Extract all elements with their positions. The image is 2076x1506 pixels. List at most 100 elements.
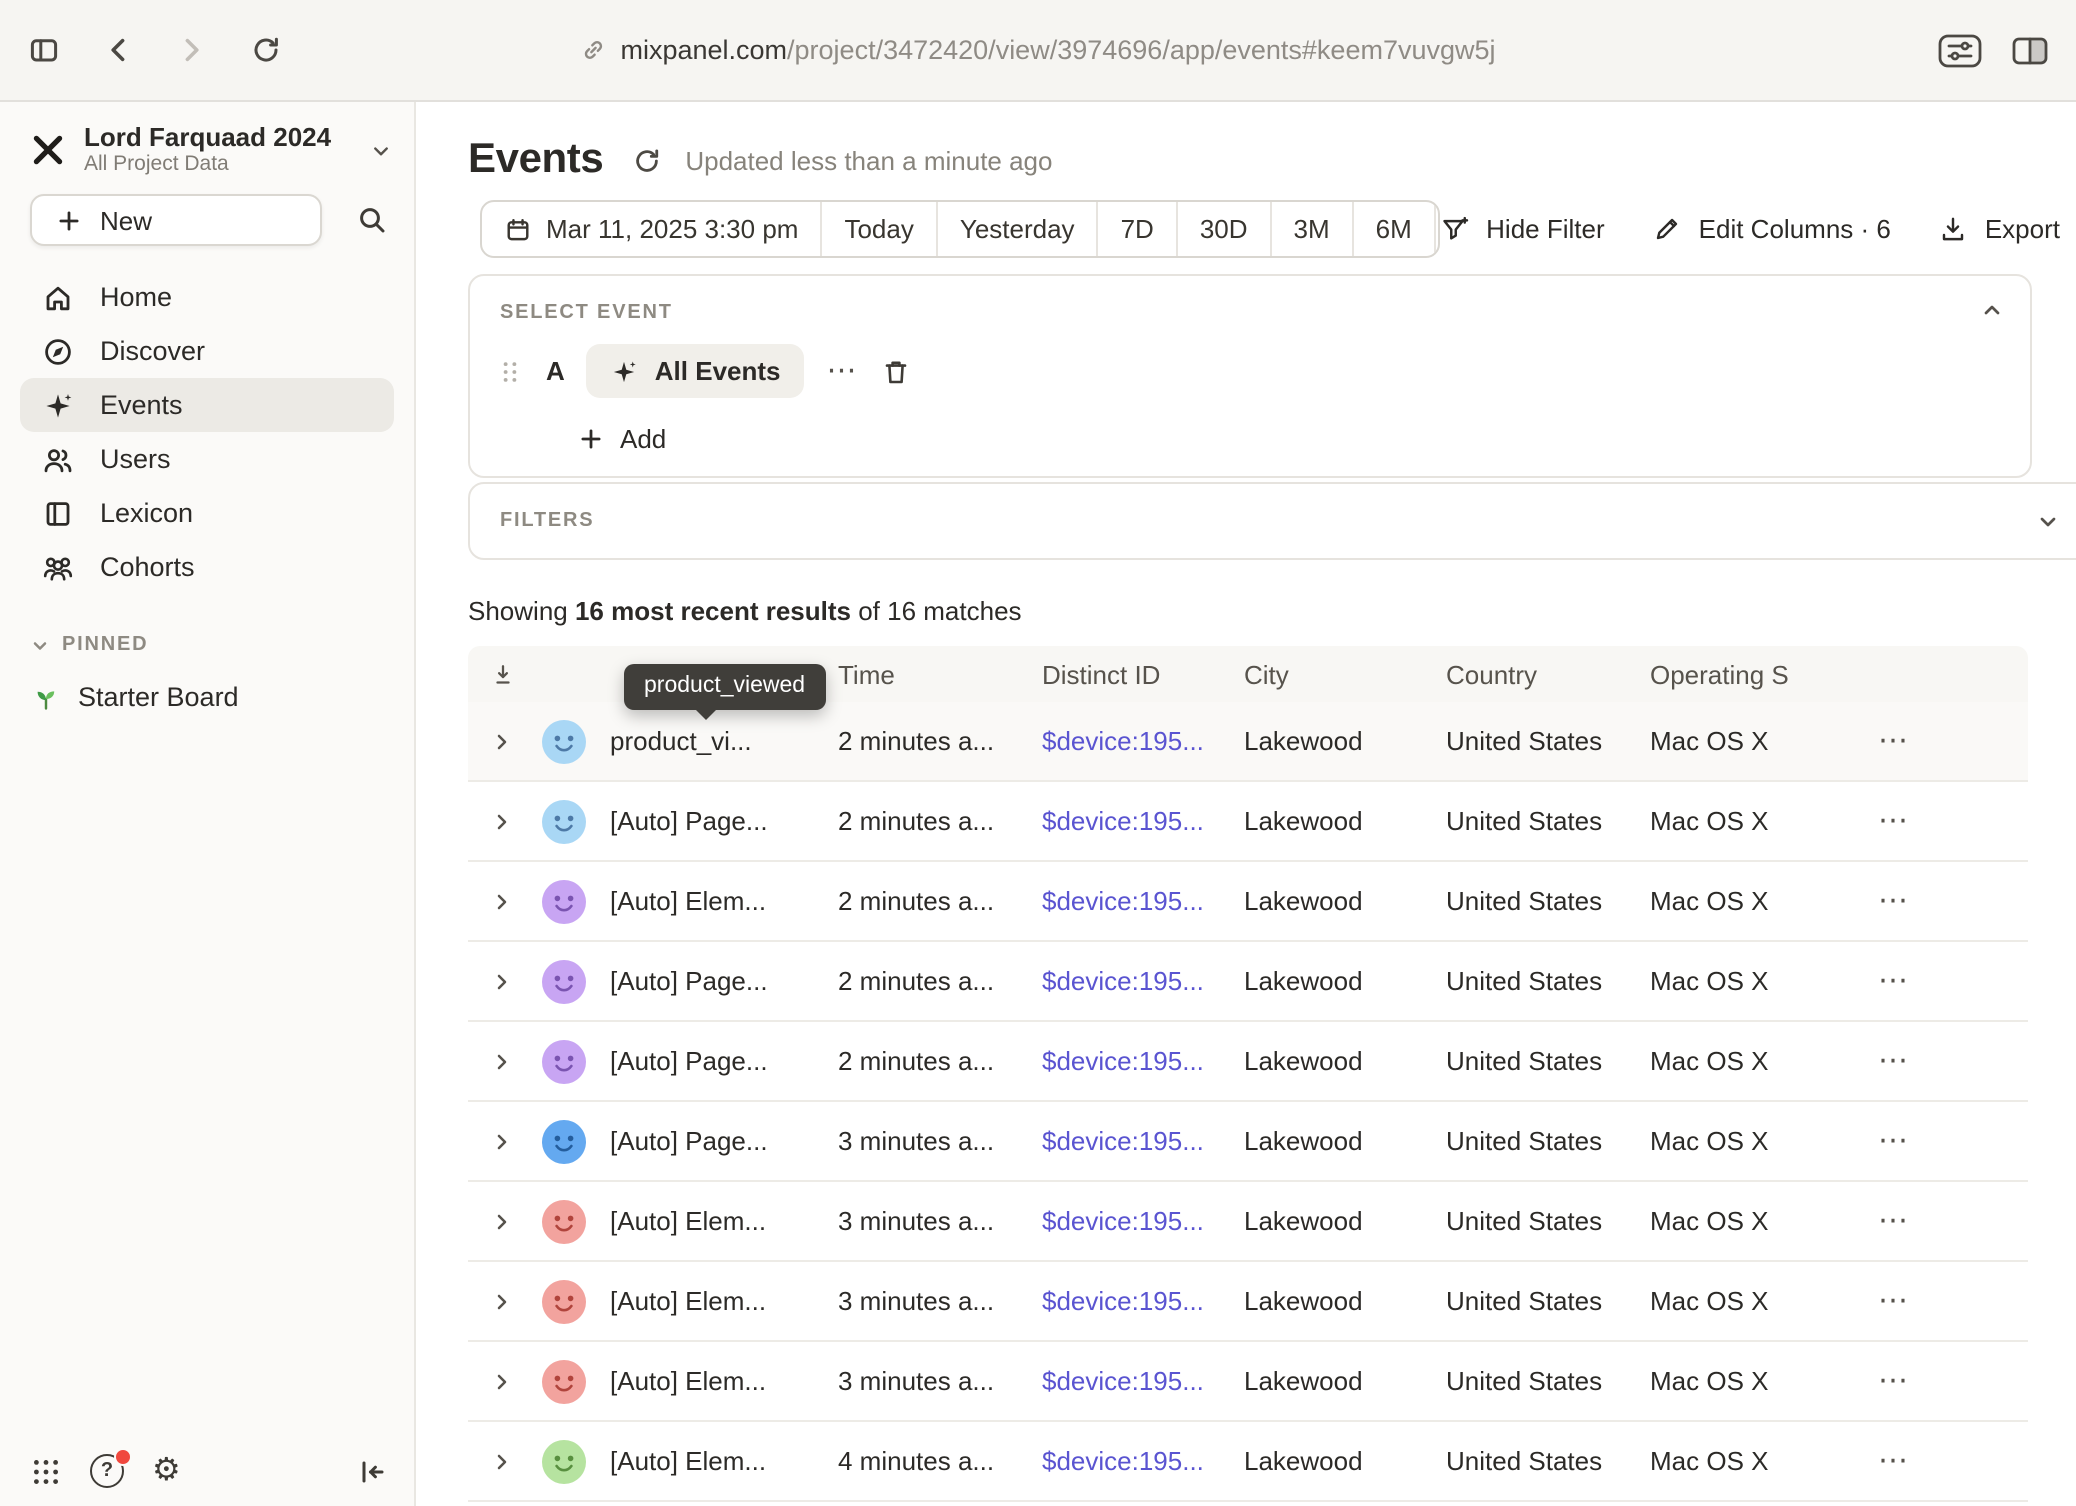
pinned-section-header[interactable]: PINNED (30, 634, 148, 656)
cell-distinct-id[interactable]: $device:195... (1042, 1446, 1244, 1476)
range-yesterday[interactable]: Yesterday (938, 202, 1099, 256)
sidebar-item-starter-board[interactable]: Starter Board (32, 682, 239, 712)
column-header-city[interactable]: City (1244, 659, 1446, 689)
row-expand-icon[interactable] (490, 1049, 514, 1073)
row-expand-icon[interactable] (490, 809, 514, 833)
cell-country: United States (1446, 806, 1650, 836)
cell-distinct-id[interactable]: $device:195... (1042, 1206, 1244, 1236)
cell-event-name: [Auto] Elem... (610, 1446, 838, 1476)
table-row[interactable]: [Auto] Page... 2 minutes a... $device:19… (468, 1022, 2028, 1102)
range-30d[interactable]: 30D (1178, 202, 1272, 256)
table-row[interactable]: [Auto] Elem... 3 minutes a... $device:19… (468, 1342, 2028, 1422)
cell-distinct-id[interactable]: $device:195... (1042, 1366, 1244, 1396)
trash-icon[interactable] (881, 355, 913, 387)
cell-country: United States (1446, 966, 1650, 996)
date-label: Mar 11, 2025 3:30 pm (546, 214, 798, 244)
table-row[interactable]: [Auto] Page... 2 minutes a... $device:19… (468, 942, 2028, 1022)
edit-columns-button[interactable]: Edit Columns · 6 (1653, 214, 1891, 244)
row-expand-icon[interactable] (490, 889, 514, 913)
row-actions-icon[interactable]: ⋯ (1878, 1291, 1908, 1311)
export-button[interactable]: Export (1939, 214, 2060, 244)
cell-time: 2 minutes a... (838, 886, 1042, 916)
row-actions-icon[interactable]: ⋯ (1878, 1371, 1908, 1391)
table-row[interactable]: ⋯ (468, 1502, 2028, 1506)
browser-page-settings-icon[interactable] (1938, 33, 1982, 67)
row-actions-icon[interactable]: ⋯ (1878, 1211, 1908, 1231)
collapse-panel-icon[interactable] (1980, 298, 2004, 322)
browser-back-icon[interactable] (102, 34, 134, 66)
row-actions-icon[interactable]: ⋯ (1878, 1451, 1908, 1471)
row-actions-icon[interactable]: ⋯ (1878, 1051, 1908, 1071)
collapse-sidebar-icon[interactable] (356, 1455, 388, 1487)
column-header-time[interactable]: Time (838, 659, 1042, 689)
cell-distinct-id[interactable]: $device:195... (1042, 886, 1244, 916)
help-button[interactable]: ? (90, 1454, 124, 1488)
search-button[interactable] (356, 204, 388, 236)
range-3m[interactable]: 3M (1272, 202, 1354, 256)
cell-country: United States (1446, 726, 1650, 756)
settings-gear-icon[interactable]: ⚙ (152, 1455, 181, 1487)
hide-filter-button[interactable]: Hide Filter (1440, 214, 1605, 244)
date-picker-button[interactable]: Mar 11, 2025 3:30 pm (482, 202, 822, 256)
row-actions-icon[interactable]: ⋯ (1878, 891, 1908, 911)
sidebar-item-lexicon[interactable]: Lexicon (20, 486, 394, 540)
row-expand-icon[interactable] (490, 1209, 514, 1233)
cell-distinct-id[interactable]: $device:195... (1042, 726, 1244, 756)
apps-grid-icon[interactable] (30, 1455, 62, 1487)
row-actions-icon[interactable]: ⋯ (1878, 1131, 1908, 1151)
row-expand-icon[interactable] (490, 1449, 514, 1473)
edit-columns-label: Edit Columns · 6 (1699, 214, 1891, 244)
cell-country: United States (1446, 1286, 1650, 1316)
range-today[interactable]: Today (822, 202, 937, 256)
jump-to-latest-icon[interactable] (489, 661, 515, 687)
column-header-distinct-id[interactable]: Distinct ID (1042, 659, 1244, 689)
table-row[interactable]: [Auto] Elem... 2 minutes a... $device:19… (468, 862, 2028, 942)
add-event-button[interactable]: Add (578, 424, 666, 454)
drag-handle-icon[interactable] (496, 357, 524, 385)
browser-sidebar-toggle-icon[interactable] (28, 34, 60, 66)
summary-suffix: of 16 matches (851, 596, 1022, 626)
cell-distinct-id[interactable]: $device:195... (1042, 966, 1244, 996)
cell-city: Lakewood (1244, 1126, 1446, 1156)
table-row[interactable]: [Auto] Elem... 3 minutes a... $device:19… (468, 1262, 2028, 1342)
sidebar-item-home[interactable]: Home (20, 270, 394, 324)
row-expand-icon[interactable] (490, 969, 514, 993)
calendar-icon (504, 215, 532, 243)
range-6m[interactable]: 6M (1354, 202, 1436, 256)
row-expand-icon[interactable] (490, 1129, 514, 1153)
row-actions-icon[interactable]: ⋯ (1878, 811, 1908, 831)
cell-distinct-id[interactable]: $device:195... (1042, 1286, 1244, 1316)
table-row[interactable]: [Auto] Page... 2 minutes a... $device:19… (468, 782, 2028, 862)
cell-distinct-id[interactable]: $device:195... (1042, 806, 1244, 836)
new-button[interactable]: New (30, 194, 322, 246)
sidebar-item-discover[interactable]: Discover (20, 324, 394, 378)
table-row[interactable]: [Auto] Elem... 4 minutes a... $device:19… (468, 1422, 2028, 1502)
row-actions-icon[interactable]: ⋯ (1878, 971, 1908, 991)
column-header-os[interactable]: Operating S (1650, 659, 1806, 689)
cell-distinct-id[interactable]: $device:195... (1042, 1046, 1244, 1076)
browser-reload-icon[interactable] (250, 34, 282, 66)
column-header-country[interactable]: Country (1446, 659, 1650, 689)
chevron-down-icon (368, 137, 394, 163)
event-more-actions-icon[interactable]: ⋯ (827, 361, 859, 381)
browser-split-view-icon[interactable] (2012, 35, 2048, 65)
range-label: Today (844, 214, 913, 244)
sidebar-item-users[interactable]: Users (20, 432, 394, 486)
sidebar: Lord Farquaad 2024 All Project Data New (0, 102, 416, 1506)
project-switcher[interactable]: Lord Farquaad 2024 All Project Data (30, 122, 394, 178)
event-selector-button[interactable]: All Events (587, 344, 805, 398)
table-row[interactable]: [Auto] Page... 3 minutes a... $device:19… (468, 1102, 2028, 1182)
url-bar[interactable]: mixpanel.com/project/3472420/view/397469… (580, 35, 1495, 65)
expand-panel-icon[interactable] (2036, 509, 2060, 533)
table-row[interactable]: [Auto] Elem... 3 minutes a... $device:19… (468, 1182, 2028, 1262)
row-expand-icon[interactable] (490, 1289, 514, 1313)
row-actions-icon[interactable]: ⋯ (1878, 731, 1908, 751)
range-7d[interactable]: 7D (1099, 202, 1178, 256)
refresh-icon[interactable] (631, 145, 661, 175)
browser-forward-icon[interactable] (176, 34, 208, 66)
sidebar-item-cohorts[interactable]: Cohorts (20, 540, 394, 594)
cell-distinct-id[interactable]: $device:195... (1042, 1126, 1244, 1156)
sidebar-item-events[interactable]: Events (20, 378, 394, 432)
row-expand-icon[interactable] (490, 1369, 514, 1393)
row-expand-icon[interactable] (490, 729, 514, 753)
